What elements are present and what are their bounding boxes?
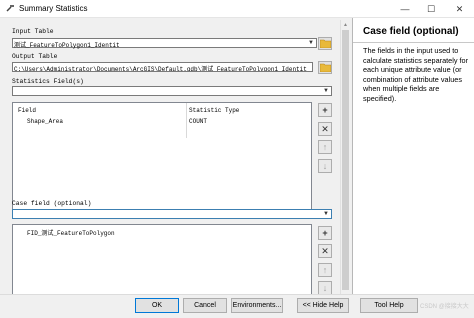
window-title: Summary Statistics bbox=[19, 4, 88, 13]
maximize-icon: ☐ bbox=[426, 3, 436, 14]
plus-icon: + bbox=[322, 228, 328, 238]
input-table-combo[interactable]: 测试_FeatureToPolygon1_Identit ▼ bbox=[12, 38, 317, 49]
move-down-button[interactable]: ↓ bbox=[318, 159, 332, 173]
statistics-table[interactable]: Field Statistic Type Shape_Area COUNT bbox=[12, 102, 312, 210]
arrow-down-icon: ↓ bbox=[322, 283, 328, 293]
help-panel: Case field (optional) The fields in the … bbox=[352, 18, 474, 294]
x-icon: ✕ bbox=[321, 245, 329, 256]
table-row-statistic[interactable]: COUNT bbox=[189, 118, 207, 125]
arrow-up-icon: ↑ bbox=[322, 265, 328, 275]
statistics-fields-label: Statistics Field(s) bbox=[12, 78, 84, 85]
add-case-field-button[interactable]: + bbox=[318, 226, 332, 240]
help-text: The fields in the input used to calculat… bbox=[363, 46, 469, 103]
minimize-button[interactable]: — bbox=[392, 0, 418, 18]
hammer-icon bbox=[6, 5, 14, 12]
x-icon: ✕ bbox=[321, 123, 329, 134]
help-title: Case field (optional) bbox=[363, 26, 459, 37]
input-table-browse-button[interactable] bbox=[318, 37, 332, 50]
watermark: CSDN @接接大大 bbox=[420, 304, 469, 310]
column-divider bbox=[186, 103, 187, 138]
output-table-label: Output Table bbox=[12, 53, 58, 60]
output-table-browse-button[interactable] bbox=[318, 61, 332, 74]
button-bar: OK Cancel Environments... << Hide Help T… bbox=[0, 294, 474, 318]
column-header-statistic-type: Statistic Type bbox=[189, 107, 240, 114]
move-up-button[interactable]: ↑ bbox=[318, 140, 332, 154]
chevron-down-icon: ▼ bbox=[323, 211, 329, 217]
close-icon: ✕ bbox=[455, 3, 464, 14]
input-table-label: Input Table bbox=[12, 28, 54, 35]
add-row-button[interactable]: + bbox=[318, 103, 332, 117]
arrow-up-icon: ↑ bbox=[322, 142, 328, 152]
hide-help-button[interactable]: << Hide Help bbox=[297, 298, 349, 313]
help-divider bbox=[353, 42, 474, 43]
folder-icon bbox=[319, 39, 331, 48]
table-row-field[interactable]: Shape_Area bbox=[27, 118, 63, 125]
list-item[interactable]: FID_测试_FeatureToPolygon bbox=[27, 228, 115, 237]
case-field-label: Case field (optional) bbox=[12, 200, 92, 207]
close-button[interactable]: ✕ bbox=[445, 0, 474, 18]
title-bar: Summary Statistics — ☐ ✕ bbox=[0, 0, 474, 18]
case-move-down-button[interactable]: ↓ bbox=[318, 281, 332, 295]
cancel-button[interactable]: Cancel bbox=[183, 298, 227, 313]
plus-icon: + bbox=[322, 105, 328, 115]
maximize-button[interactable]: ☐ bbox=[418, 0, 444, 18]
statistics-field-combo[interactable]: ▼ bbox=[12, 86, 332, 96]
input-table-value: 测试_FeatureToPolygon1_Identit bbox=[14, 42, 120, 49]
remove-case-field-button[interactable]: ✕ bbox=[318, 244, 332, 258]
folder-icon bbox=[319, 63, 331, 72]
output-table-field[interactable]: C:\Users\Administrator\Documents\ArcGIS\… bbox=[12, 62, 313, 72]
chevron-down-icon: ▼ bbox=[308, 40, 314, 46]
tool-help-button[interactable]: Tool Help bbox=[360, 298, 418, 313]
ok-button[interactable]: OK bbox=[135, 298, 179, 313]
scroll-up-icon[interactable]: ▲ bbox=[341, 20, 350, 29]
case-move-up-button[interactable]: ↑ bbox=[318, 263, 332, 277]
column-header-field: Field bbox=[18, 107, 37, 114]
remove-row-button[interactable]: ✕ bbox=[318, 122, 332, 136]
case-field-combo[interactable]: ▼ bbox=[12, 209, 332, 219]
case-field-list[interactable]: FID_测试_FeatureToPolygon bbox=[12, 224, 312, 296]
minimize-icon: — bbox=[400, 4, 410, 14]
parameters-panel: Input Table 测试_FeatureToPolygon1_Identit… bbox=[0, 18, 349, 318]
chevron-down-icon: ▼ bbox=[323, 88, 329, 94]
output-table-value: C:\Users\Administrator\Documents\ArcGIS\… bbox=[14, 66, 307, 72]
vertical-scrollbar[interactable]: ▲ ▼ bbox=[340, 20, 349, 300]
environments-button[interactable]: Environments... bbox=[231, 298, 283, 313]
scroll-thumb[interactable] bbox=[342, 30, 349, 290]
arrow-down-icon: ↓ bbox=[322, 161, 328, 171]
